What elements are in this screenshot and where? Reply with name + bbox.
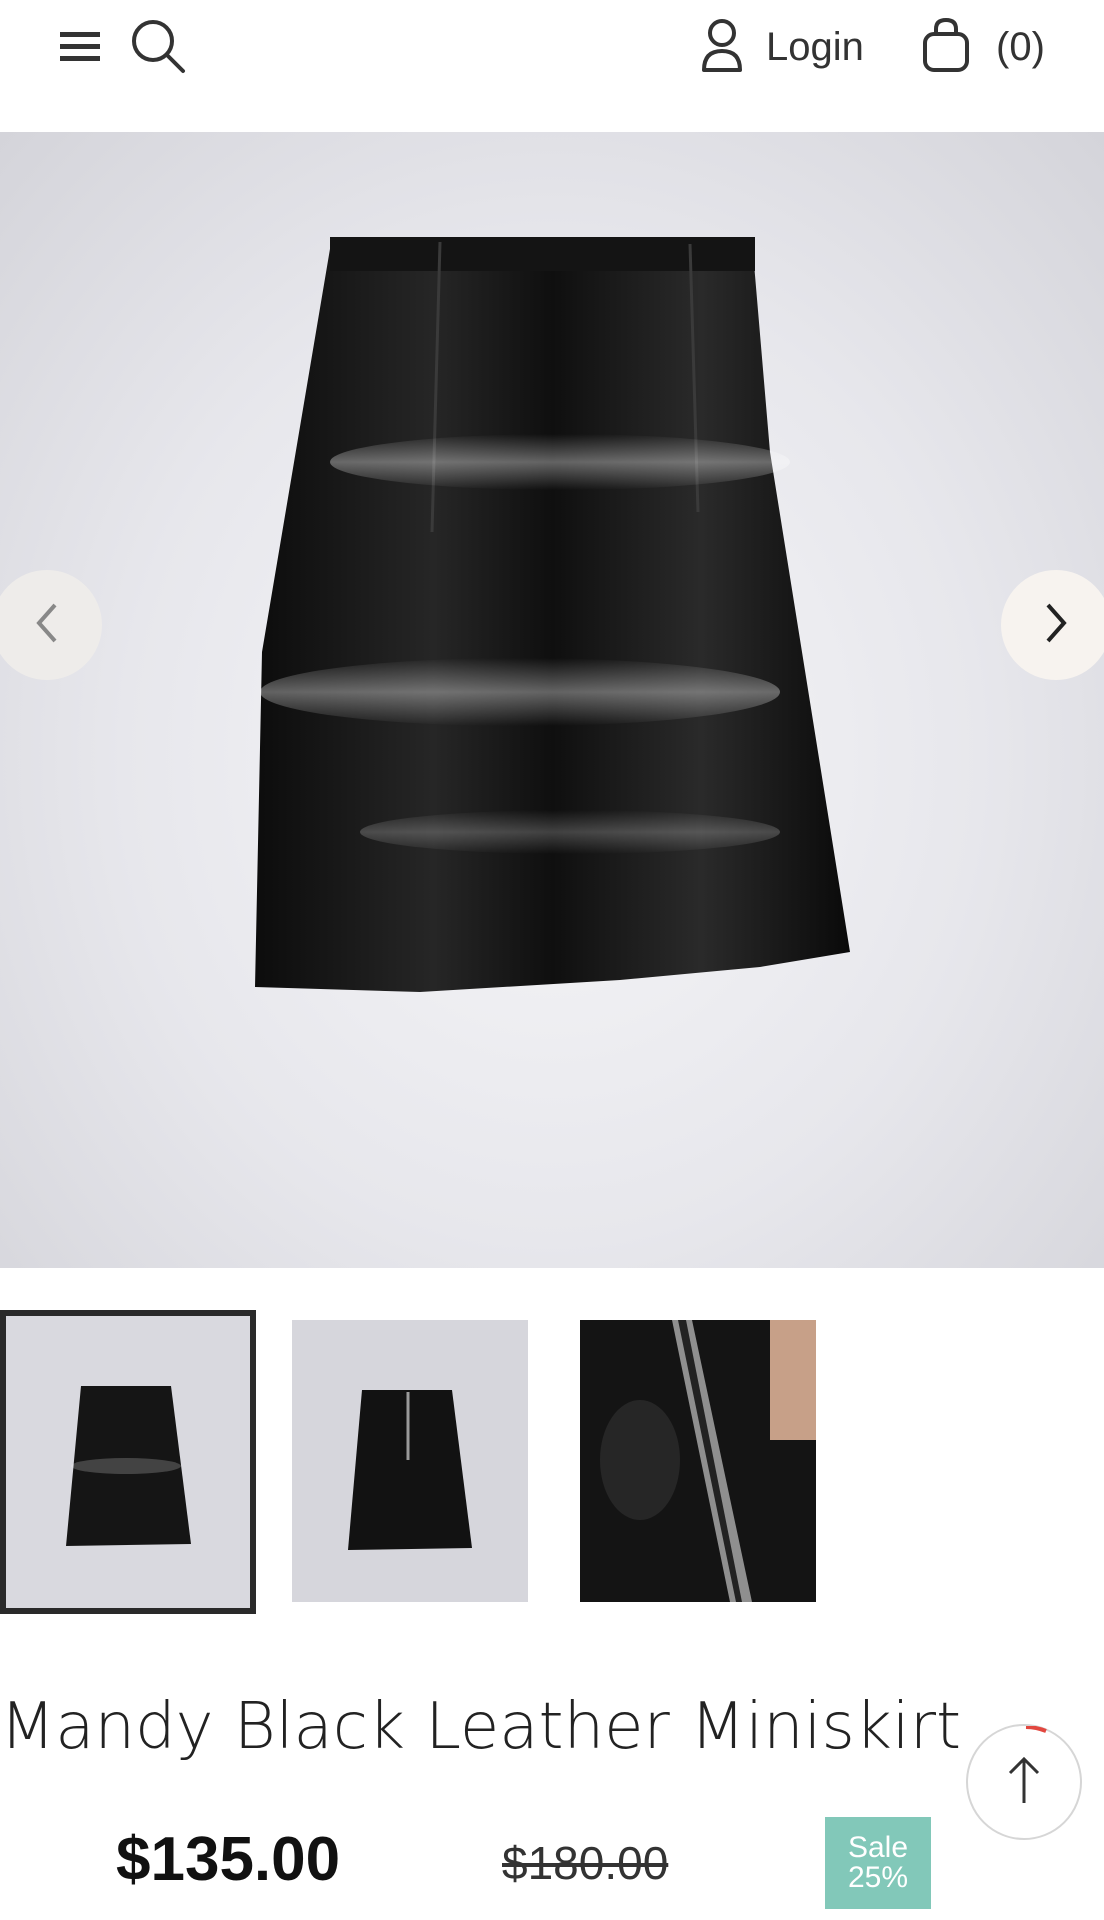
original-price: $180.00 <box>502 1837 669 1889</box>
main-product-image <box>255 237 850 992</box>
scroll-progress-ring <box>1025 1726 1047 1733</box>
thumbnail-strip <box>0 1310 1104 1616</box>
chevron-right-icon <box>1040 601 1072 650</box>
thumbnail-zipper-detail[interactable] <box>580 1320 816 1602</box>
cart-count: (0) <box>996 24 1045 69</box>
product-image-gallery[interactable] <box>0 132 1104 1268</box>
thumbnail-front[interactable] <box>0 1310 256 1614</box>
sale-badge: Sale 25% <box>825 1817 931 1909</box>
current-price: $135.00 <box>116 1825 341 1894</box>
sale-label: Sale <box>847 1831 909 1864</box>
hamburger-icon[interactable] <box>54 22 106 70</box>
search-icon[interactable] <box>126 14 190 78</box>
next-image-button[interactable] <box>1001 570 1104 680</box>
chevron-left-icon <box>31 601 63 650</box>
product-title: Mandy Black Leather Miniskirt <box>0 1690 962 1764</box>
user-icon <box>700 18 744 77</box>
login-link[interactable]: Login <box>700 16 864 78</box>
cart-button[interactable]: (0) <box>922 16 1045 78</box>
sale-percent: 25% <box>847 1861 909 1894</box>
scroll-to-top-button[interactable] <box>966 1724 1082 1840</box>
thumbnail-back[interactable] <box>292 1320 528 1602</box>
header: Login (0) <box>0 0 1104 132</box>
shopping-bag-icon <box>922 17 970 78</box>
login-label: Login <box>766 24 864 69</box>
